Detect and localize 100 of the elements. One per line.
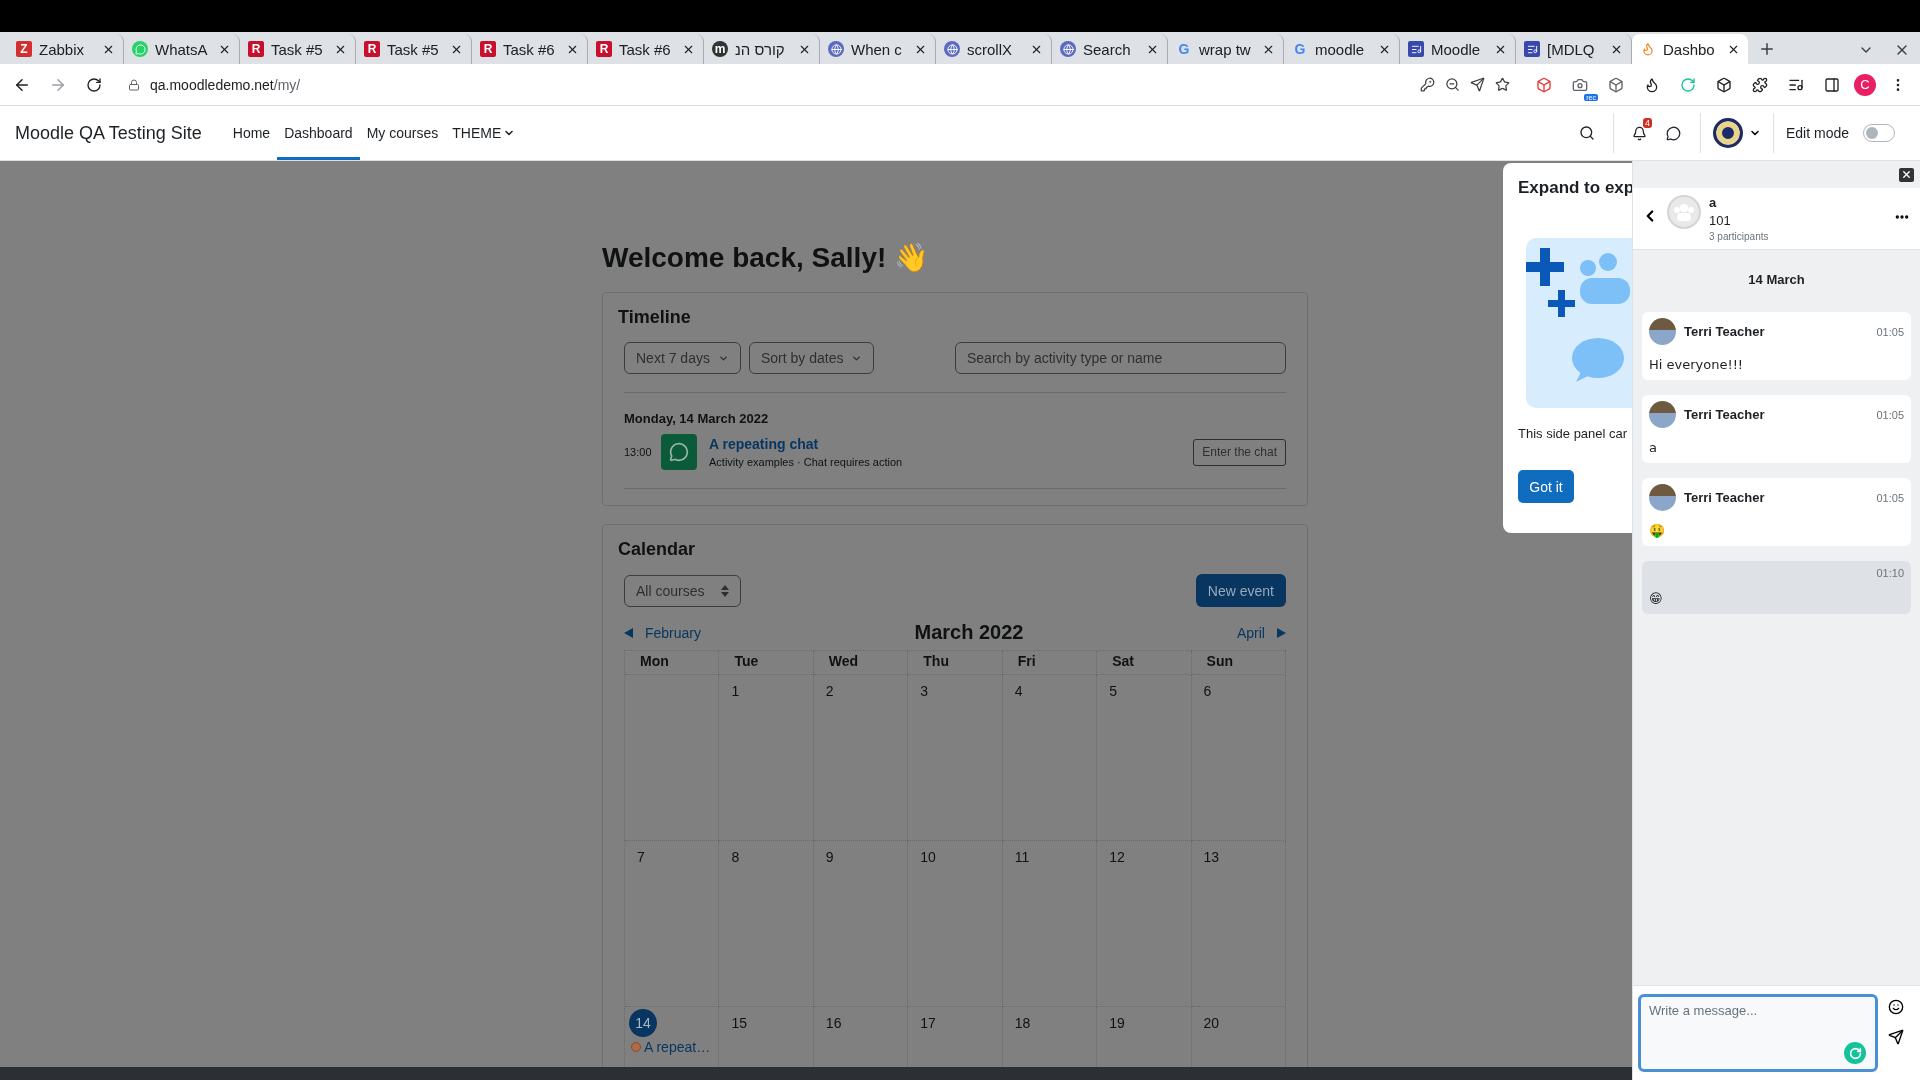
popover-text: This side panel car bbox=[1518, 426, 1629, 441]
welcome-heading: Welcome back, Sally! 👋 bbox=[602, 241, 931, 274]
new-event-button[interactable]: New event bbox=[1195, 574, 1286, 607]
chat-activity-icon bbox=[661, 434, 697, 470]
lock-icon[interactable] bbox=[128, 78, 140, 91]
edit-mode-label: Edit mode bbox=[1785, 125, 1849, 141]
date-divider: 14 March bbox=[1747, 272, 1806, 287]
sort-arrows-icon[interactable] bbox=[721, 584, 729, 597]
letter-favicon-icon: R bbox=[596, 41, 612, 57]
conversation-subtitle: 101 bbox=[1709, 213, 1732, 228]
sender-name: Terri Teacher bbox=[1684, 407, 1766, 422]
month-title: March 2022 bbox=[914, 621, 1024, 644]
day-number[interactable]: 2 bbox=[817, 677, 846, 705]
course-select[interactable]: All courses bbox=[624, 574, 741, 607]
event-link[interactable]: A repeating chat bbox=[709, 436, 1182, 452]
nav-link[interactable]: My courses bbox=[359, 106, 446, 160]
day-number[interactable]: 14 bbox=[629, 1009, 657, 1037]
day-number[interactable]: 16 bbox=[817, 1009, 846, 1037]
emoji-icon[interactable] bbox=[1888, 999, 1904, 1015]
message-time: 01:10 bbox=[1876, 567, 1904, 579]
message-field[interactable]: Write a message... bbox=[1638, 994, 1878, 1072]
calendar-event[interactable]: A repeat… bbox=[629, 1039, 711, 1055]
day-number[interactable]: 5 bbox=[1101, 677, 1130, 705]
participant-count: 3 participants bbox=[1709, 231, 1770, 242]
conversation-name: a bbox=[1709, 195, 1718, 210]
day-number[interactable]: 19 bbox=[1101, 1009, 1130, 1037]
day-number[interactable]: 7 bbox=[629, 843, 657, 871]
event-time: 13:00 bbox=[624, 446, 649, 458]
key-icon[interactable] bbox=[1420, 77, 1435, 92]
new-tab-icon[interactable] bbox=[1758, 40, 1776, 58]
letter-favicon-icon: R bbox=[364, 41, 380, 57]
sender-avatar bbox=[1649, 401, 1676, 428]
user-avatar[interactable] bbox=[1712, 118, 1743, 148]
globe-icon bbox=[944, 41, 960, 57]
letter-favicon-icon: m bbox=[712, 41, 728, 57]
browser-tab[interactable]: Dashbo bbox=[1632, 34, 1748, 64]
day-number[interactable]: 6 bbox=[1195, 677, 1224, 705]
globe-icon bbox=[1060, 41, 1076, 57]
sender-name: Terri Teacher bbox=[1684, 324, 1766, 339]
previous-month-link[interactable]: February bbox=[624, 624, 702, 641]
site-name[interactable]: Moodle QA Testing Site bbox=[15, 122, 202, 144]
day-number[interactable]: 1 bbox=[723, 677, 752, 705]
next-month-link[interactable]: April bbox=[1236, 624, 1286, 641]
message-text: 🤑 bbox=[1649, 523, 1666, 538]
edit-mode-toggle[interactable] bbox=[1863, 124, 1895, 142]
weekday-header: Sun bbox=[1191, 651, 1286, 675]
left-triangle-icon[interactable] bbox=[624, 627, 633, 638]
day-number[interactable]: 18 bbox=[1006, 1009, 1035, 1037]
paper-plane-icon[interactable] bbox=[1470, 77, 1485, 92]
weekday-header: Thu bbox=[908, 651, 1003, 675]
phone-bubble-icon bbox=[132, 41, 148, 57]
bars-favicon-icon bbox=[1524, 41, 1540, 57]
sender-avatar bbox=[1649, 318, 1676, 345]
got-it-button[interactable]: Got it bbox=[1518, 470, 1574, 503]
card-title: Calendar bbox=[618, 539, 697, 560]
card-title: Timeline bbox=[618, 307, 692, 328]
nav-link[interactable]: THEME bbox=[445, 106, 523, 160]
url-text: qa.moodledemo.net/my/ bbox=[150, 76, 301, 93]
letter-favicon-icon: G bbox=[1292, 41, 1308, 57]
day-number[interactable]: 8 bbox=[723, 843, 752, 871]
weekday-header: Tue bbox=[719, 651, 814, 675]
weekday-header: Mon bbox=[625, 651, 720, 675]
day-number[interactable]: 12 bbox=[1101, 843, 1130, 871]
day-number[interactable]: 13 bbox=[1195, 843, 1224, 871]
bars-favicon-icon bbox=[1408, 41, 1424, 57]
message-text: a bbox=[1649, 440, 1658, 455]
message-time: 01:05 bbox=[1876, 325, 1904, 338]
right-triangle-icon[interactable] bbox=[1277, 627, 1286, 638]
weekday-header: Sat bbox=[1097, 651, 1192, 675]
letter-favicon-icon: R bbox=[480, 41, 496, 57]
message-text: Hi everyone!!! bbox=[1649, 357, 1745, 372]
day-number[interactable]: 11 bbox=[1006, 843, 1035, 871]
message-text: 😁 bbox=[1649, 591, 1664, 606]
filter-dropdown[interactable]: Next 7 days bbox=[624, 342, 741, 374]
day-number[interactable]: 3 bbox=[912, 677, 941, 705]
profile-avatar[interactable]: C bbox=[1854, 73, 1876, 96]
letter-favicon-icon: R bbox=[248, 41, 264, 57]
day-number[interactable]: 4 bbox=[1006, 677, 1035, 705]
enter-chat-button[interactable]: Enter the chat bbox=[1193, 438, 1286, 466]
star-icon[interactable] bbox=[1495, 77, 1510, 92]
weekday-header: Fri bbox=[1002, 651, 1098, 675]
day-number[interactable]: 15 bbox=[723, 1009, 752, 1037]
search-field[interactable]: Search by activity type or name bbox=[955, 342, 1286, 374]
event-meta: Activity examples · Chat requires action bbox=[709, 456, 904, 468]
message-time: 01:05 bbox=[1876, 408, 1904, 421]
send-icon[interactable] bbox=[1888, 1029, 1904, 1045]
day-number[interactable]: 20 bbox=[1195, 1009, 1224, 1037]
day-number[interactable]: 17 bbox=[912, 1009, 941, 1037]
sender-name: Terri Teacher bbox=[1684, 490, 1766, 505]
day-number[interactable]: 9 bbox=[817, 843, 846, 871]
letter-favicon-icon: G bbox=[1176, 41, 1192, 57]
nav-link[interactable]: Home bbox=[225, 106, 278, 160]
day-number[interactable]: 10 bbox=[912, 843, 941, 871]
message-time: 01:05 bbox=[1876, 491, 1904, 504]
group-avatar bbox=[1667, 195, 1701, 229]
globe-icon bbox=[828, 41, 844, 57]
zoom-out-icon[interactable] bbox=[1445, 77, 1460, 92]
letter-favicon-icon: Z bbox=[16, 41, 32, 57]
filter-dropdown[interactable]: Sort by dates bbox=[748, 342, 875, 374]
date-heading: Monday, 14 March 2022 bbox=[623, 411, 770, 426]
